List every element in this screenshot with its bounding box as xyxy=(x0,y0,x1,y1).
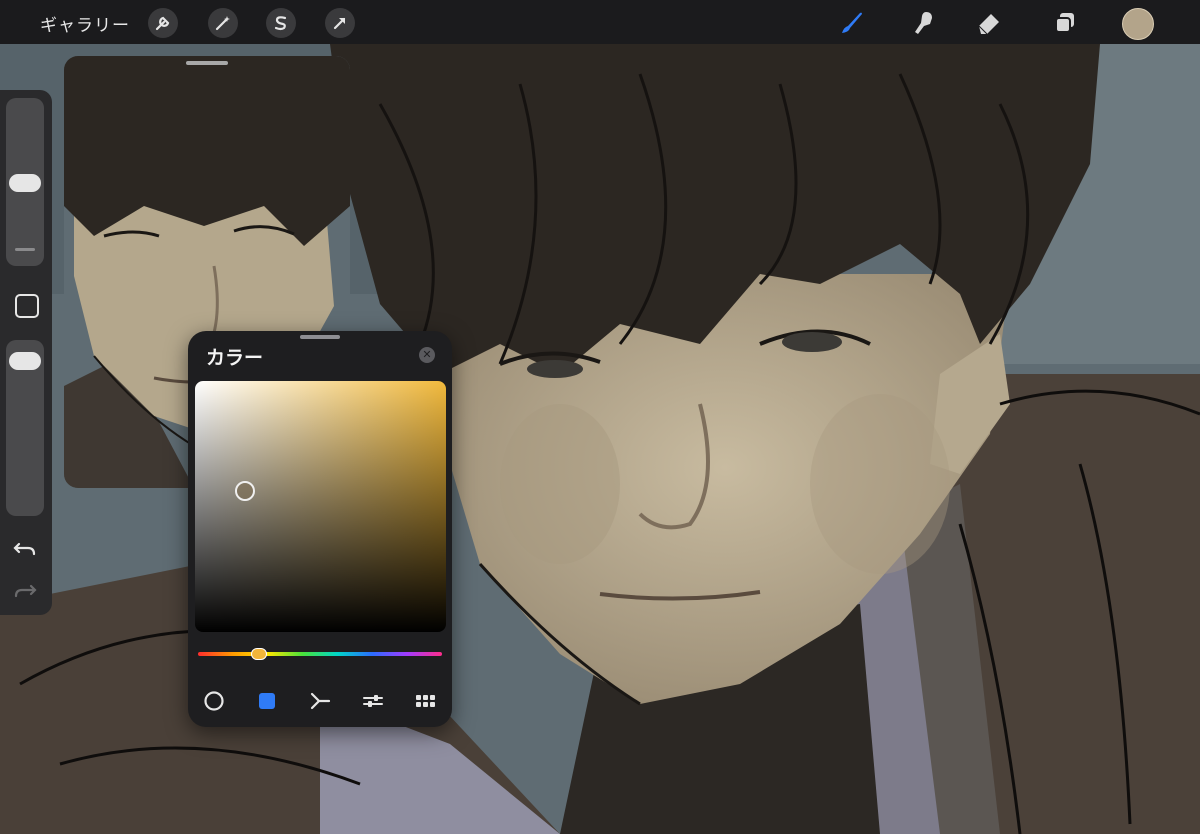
classic-icon[interactable] xyxy=(253,687,281,715)
brush-icon[interactable] xyxy=(834,6,868,40)
harmony-icon[interactable] xyxy=(306,687,334,715)
disc-icon[interactable] xyxy=(200,687,228,715)
hue-slider-knob[interactable] xyxy=(251,648,267,660)
hue-slider[interactable] xyxy=(198,652,442,656)
modify-button[interactable] xyxy=(15,294,39,318)
brush-size-knob[interactable] xyxy=(9,173,41,192)
palettes-icon[interactable] xyxy=(412,687,440,715)
color-panel-grab-handle[interactable] xyxy=(300,335,340,339)
redo-icon[interactable] xyxy=(12,580,38,602)
close-icon[interactable]: ✕ xyxy=(419,347,435,363)
smudge-icon[interactable] xyxy=(906,6,940,40)
reference-grab-handle[interactable] xyxy=(186,61,228,65)
magic-wand-icon[interactable] xyxy=(208,8,238,38)
value-icon[interactable] xyxy=(359,687,387,715)
eraser-icon[interactable] xyxy=(972,6,1006,40)
wrench-icon[interactable] xyxy=(148,8,178,38)
color-panel: カラー ✕ xyxy=(188,331,452,727)
opacity-knob[interactable] xyxy=(9,351,41,370)
current-color-swatch[interactable] xyxy=(1122,8,1154,40)
color-panel-title: カラー xyxy=(206,347,264,369)
slider-divider xyxy=(15,248,35,251)
top-toolbar: ギャラリー xyxy=(0,0,1200,44)
color-picker-cursor[interactable] xyxy=(235,481,256,502)
saturation-brightness-square[interactable] xyxy=(195,381,446,632)
gallery-button[interactable]: ギャラリー xyxy=(40,11,130,36)
undo-icon[interactable] xyxy=(12,538,38,560)
selection-icon[interactable] xyxy=(266,8,296,38)
brush-size-slider[interactable] xyxy=(6,98,44,266)
opacity-slider[interactable] xyxy=(6,340,44,516)
transform-arrow-icon[interactable] xyxy=(325,8,355,38)
left-sidebar xyxy=(0,90,52,615)
layers-icon[interactable] xyxy=(1048,6,1082,40)
